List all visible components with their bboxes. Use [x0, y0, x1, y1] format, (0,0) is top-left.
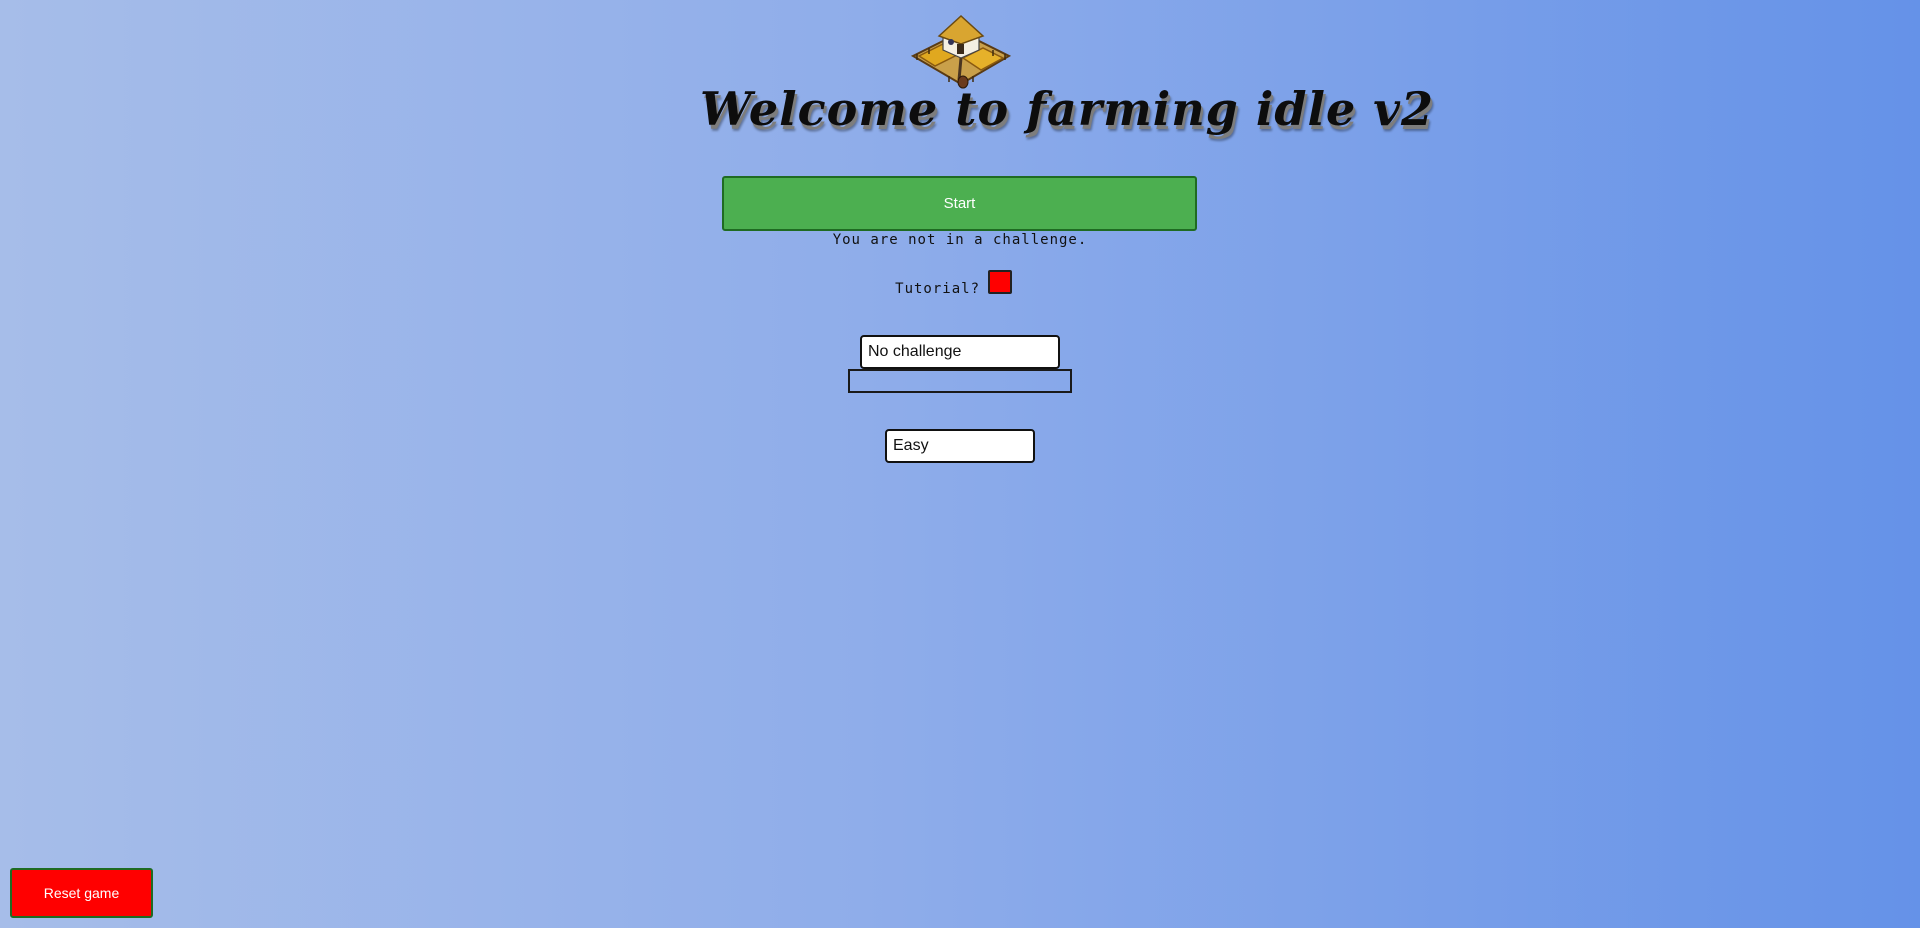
- start-button[interactable]: Start: [722, 176, 1197, 231]
- tutorial-label: Tutorial?: [895, 281, 980, 297]
- challenge-status-text: You are not in a challenge.: [832, 232, 1088, 248]
- reset-game-button[interactable]: Reset game: [10, 868, 153, 918]
- challenge-select[interactable]: No challenge: [860, 335, 1060, 369]
- difficulty-select[interactable]: Easy: [885, 429, 1035, 463]
- difficulty-select-value: Easy: [893, 437, 929, 454]
- page-title: Welcome to farming idle v2: [700, 82, 1434, 136]
- challenge-description-box: [848, 369, 1072, 393]
- challenge-select-value: No challenge: [868, 343, 962, 360]
- tutorial-checkbox[interactable]: [988, 270, 1012, 294]
